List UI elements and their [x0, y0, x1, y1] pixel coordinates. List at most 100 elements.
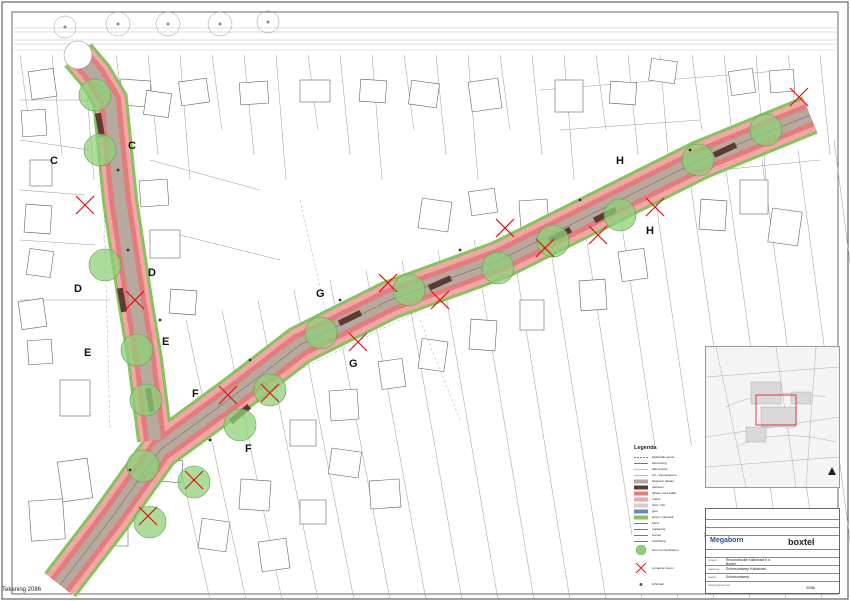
building — [468, 318, 498, 352]
building — [368, 478, 402, 510]
section-letter: C — [128, 140, 136, 152]
tree — [681, 143, 715, 177]
lamp-post — [578, 198, 582, 202]
lamp-post — [338, 298, 342, 302]
building — [138, 178, 170, 208]
legend: Legenda kadastrale grens bebouwing dak con… — [632, 445, 704, 593]
inset-map-drawing — [705, 346, 840, 488]
section-letter: G — [316, 288, 325, 300]
tree — [133, 505, 167, 539]
building — [648, 57, 678, 85]
building — [554, 79, 584, 113]
building — [358, 78, 388, 104]
tree — [120, 333, 154, 367]
building — [23, 203, 53, 235]
building — [238, 80, 270, 106]
section-letter: H — [616, 155, 624, 167]
drawing-name: Schetsontwerp Kalkstraat — [726, 567, 766, 571]
tree — [253, 373, 287, 407]
building — [519, 299, 545, 331]
section-letter: E — [84, 347, 92, 359]
map-sheet: C C D D E E F F G G H H Legenda kadastra… — [0, 0, 850, 601]
building — [238, 478, 272, 512]
legend-label: te kappen boom — [652, 566, 674, 570]
building — [617, 247, 649, 283]
project-label: project — [708, 558, 718, 562]
building — [468, 187, 498, 217]
tree-removal-cross — [75, 195, 95, 215]
title-block: Megaborn boxtel project Reconstructie Ka… — [705, 508, 840, 594]
legend-title: Legenda — [634, 445, 657, 451]
building — [739, 179, 769, 215]
lamp-post — [116, 168, 120, 172]
building — [417, 197, 453, 233]
building — [698, 198, 728, 232]
tree — [223, 408, 257, 442]
tree — [78, 78, 112, 112]
lamp-post — [126, 248, 130, 252]
building — [57, 457, 93, 503]
tree — [177, 465, 211, 499]
building — [608, 80, 638, 106]
tree — [603, 198, 637, 232]
building — [168, 288, 198, 316]
section-letter: G — [349, 358, 358, 370]
section-letter: F — [245, 443, 252, 455]
building — [20, 108, 48, 138]
building — [59, 379, 91, 417]
building — [299, 499, 327, 525]
building — [327, 447, 363, 479]
building — [257, 537, 291, 573]
company-logo-text: Megaborn — [710, 537, 744, 544]
location-inset-map — [705, 346, 840, 488]
building — [289, 419, 317, 447]
section-letter: H — [646, 225, 654, 237]
legend-item: verlichting — [634, 538, 704, 545]
lamp-post — [688, 148, 692, 152]
building — [578, 278, 608, 312]
building — [143, 90, 172, 118]
building — [178, 77, 210, 107]
tree — [304, 316, 338, 350]
tree — [126, 449, 160, 483]
legend-item: boom te handhaven — [634, 545, 704, 555]
tree — [481, 251, 515, 285]
legend-label: verlichting — [652, 539, 666, 543]
tree-removal-cross — [495, 218, 515, 238]
building — [17, 298, 48, 330]
number-label: tekeningnummer — [708, 583, 731, 587]
turning-circle — [63, 40, 93, 70]
section-letter: F — [192, 388, 199, 400]
section-letter: D — [148, 267, 156, 279]
building — [377, 358, 407, 390]
tree — [83, 133, 117, 167]
railway — [14, 27, 838, 51]
railway-trees — [53, 10, 280, 39]
drawing-label: tekening — [708, 567, 720, 571]
status-value: Schetsontwerp — [726, 575, 750, 579]
status-label: status — [708, 575, 717, 579]
legend-label: boom te handhaven — [652, 548, 679, 552]
building — [408, 79, 440, 109]
legend-item: te kappen boom — [634, 563, 704, 573]
building — [328, 388, 360, 422]
building — [767, 207, 803, 247]
project-place: Boxtel — [726, 562, 736, 566]
tree — [88, 248, 122, 282]
lamp-post — [208, 438, 212, 442]
building — [27, 68, 58, 100]
sewer-lines — [99, 59, 801, 441]
building — [299, 79, 331, 103]
building — [417, 337, 449, 373]
legend-label: lichtmast — [652, 582, 664, 586]
legend-item: lichtmast — [634, 581, 704, 588]
lamp-post — [248, 358, 252, 362]
drawing-number: 2086 — [806, 585, 815, 590]
tree — [749, 113, 783, 147]
building — [728, 68, 756, 96]
tree — [536, 224, 570, 258]
section-letter: D — [74, 283, 82, 295]
tree — [392, 273, 426, 307]
building — [25, 248, 55, 278]
building — [26, 338, 54, 366]
